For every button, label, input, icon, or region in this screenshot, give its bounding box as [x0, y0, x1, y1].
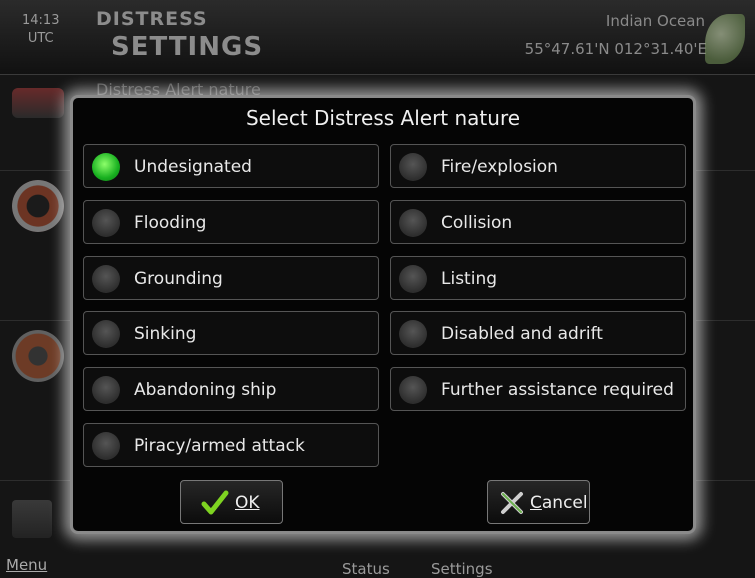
- option-label: Further assistance required: [441, 380, 674, 400]
- menu-button[interactable]: Menu: [6, 556, 47, 574]
- ok-button[interactable]: OK: [180, 480, 283, 524]
- radio-icon: [92, 376, 120, 404]
- option-fire-explosion[interactable]: Fire/explosion: [390, 144, 686, 188]
- clock: 14:13 UTC: [22, 12, 59, 48]
- radio-icon: [92, 209, 120, 237]
- tab-status[interactable]: Status: [342, 560, 390, 578]
- clock-time: 14:13: [22, 13, 60, 28]
- radio-icon: [92, 265, 120, 293]
- option-sinking[interactable]: Sinking: [83, 311, 379, 355]
- radio-icon: [399, 376, 427, 404]
- liferaft-icon: [12, 330, 64, 382]
- home-icon[interactable]: [12, 500, 52, 538]
- option-label: Flooding: [134, 213, 207, 233]
- ship-icon: [12, 88, 64, 118]
- option-label: Collision: [441, 213, 513, 233]
- region-label: Indian Ocean: [605, 12, 705, 30]
- option-collision[interactable]: Collision: [390, 200, 686, 244]
- lifebuoy-icon: [12, 180, 64, 232]
- page-title-line1: DISTRESS: [96, 8, 208, 30]
- cross-icon: [501, 492, 523, 514]
- option-further-assistance-required[interactable]: Further assistance required: [390, 367, 686, 411]
- cancel-label: Cancel: [530, 493, 588, 513]
- option-abandoning-ship[interactable]: Abandoning ship: [83, 367, 379, 411]
- option-label: Piracy/armed attack: [134, 436, 305, 456]
- ok-label: OK: [235, 493, 260, 513]
- radio-icon: [399, 265, 427, 293]
- option-piracy-armed-attack[interactable]: Piracy/armed attack: [83, 423, 379, 467]
- cancel-button[interactable]: Cancel: [487, 480, 590, 524]
- radio-icon: [399, 320, 427, 348]
- option-grounding[interactable]: Grounding: [83, 256, 379, 300]
- brand-logo-icon: [705, 14, 745, 64]
- radio-icon: [92, 320, 120, 348]
- position-readout: 55°47.61'N 012°31.40'E: [524, 40, 707, 58]
- option-label: Undesignated: [134, 157, 252, 177]
- top-bar: 14:13 UTC DISTRESS SETTINGS Indian Ocean…: [0, 0, 755, 75]
- option-label: Sinking: [134, 324, 197, 344]
- option-label: Listing: [441, 269, 498, 289]
- option-undesignated[interactable]: Undesignated: [83, 144, 379, 188]
- radio-icon: [399, 153, 427, 181]
- checkmark-icon: [201, 490, 229, 515]
- radio-icon: [399, 209, 427, 237]
- tab-settings[interactable]: Settings: [431, 560, 493, 578]
- option-label: Disabled and adrift: [441, 324, 603, 344]
- clock-timezone: UTC: [27, 31, 54, 46]
- option-flooding[interactable]: Flooding: [83, 200, 379, 244]
- option-disabled-and-adrift[interactable]: Disabled and adrift: [390, 311, 686, 355]
- page-title-line2: SETTINGS: [111, 32, 264, 62]
- option-listing[interactable]: Listing: [390, 256, 686, 300]
- distress-nature-dialog: Select Distress Alert nature Undesignate…: [70, 95, 696, 534]
- option-label: Grounding: [134, 269, 223, 289]
- dialog-title: Select Distress Alert nature: [245, 106, 521, 130]
- option-label: Fire/explosion: [441, 157, 558, 177]
- option-label: Abandoning ship: [134, 380, 277, 400]
- radio-selected-icon: [92, 153, 120, 181]
- radio-icon: [92, 432, 120, 460]
